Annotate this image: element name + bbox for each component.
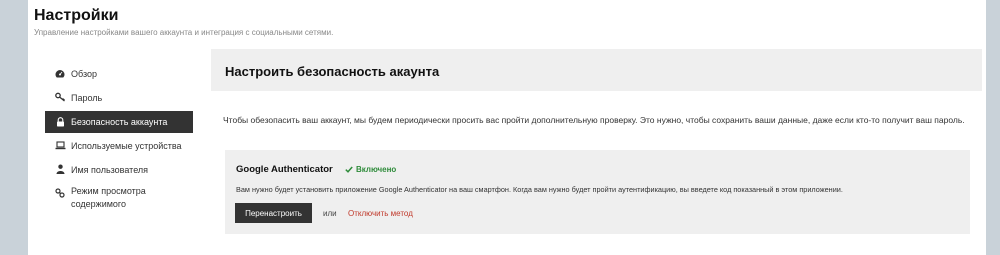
authenticator-description: Вам нужно будет установить приложение Go… <box>236 185 843 194</box>
dashboard-icon <box>53 66 67 80</box>
section-header: Настроить безопасность акаунта <box>211 49 982 91</box>
page-subtitle: Управление настройками вашего аккаунта и… <box>34 28 334 37</box>
sidebar-item-overview[interactable]: Обзор <box>45 62 193 86</box>
sidebar-item-label: Используемые устройства <box>71 141 182 151</box>
authenticator-title: Google Authenticator <box>236 164 333 175</box>
status-badge: Включено <box>345 165 396 174</box>
check-icon <box>345 166 353 173</box>
reconfigure-button[interactable]: Перенастроить <box>235 203 312 223</box>
page-title: Настройки <box>34 7 119 24</box>
sidebar-item-label: Имя пользователя <box>71 165 149 175</box>
settings-sidebar: Обзор Пароль Безопасность аккаунта Испол… <box>45 62 193 218</box>
section-title: Настроить безопасность акаунта <box>225 64 440 79</box>
sidebar-item-label: Безопасность аккаунта <box>71 117 168 127</box>
authenticator-card: Google Authenticator Включено Вам нужно … <box>225 150 970 234</box>
sidebar-item-password[interactable]: Пароль <box>45 86 193 110</box>
status-label: Включено <box>356 165 397 174</box>
laptop-icon <box>53 138 67 152</box>
security-intro-text: Чтобы обезопасить ваш аккаунт, мы будем … <box>223 115 965 125</box>
sidebar-item-label: Обзор <box>71 69 97 79</box>
sidebar-item-label: Пароль <box>71 93 103 103</box>
sidebar-item-devices[interactable]: Используемые устройства <box>45 134 193 158</box>
disable-method-link[interactable]: Отключить метод <box>348 209 413 218</box>
sidebar-item-label: Режим просмотра содержимого <box>71 186 146 209</box>
user-icon <box>53 162 67 176</box>
or-label: или <box>323 209 337 218</box>
sidebar-item-account-security[interactable]: Безопасность аккаунта <box>45 111 193 133</box>
settings-panel: Настройки Управление настройками вашего … <box>28 0 986 255</box>
lock-icon <box>53 115 67 129</box>
link-icon <box>53 186 67 200</box>
sidebar-item-username[interactable]: Имя пользователя <box>45 158 193 182</box>
sidebar-item-content-view-mode[interactable]: Режим просмотра содержимого <box>45 182 193 218</box>
key-icon <box>53 90 67 104</box>
